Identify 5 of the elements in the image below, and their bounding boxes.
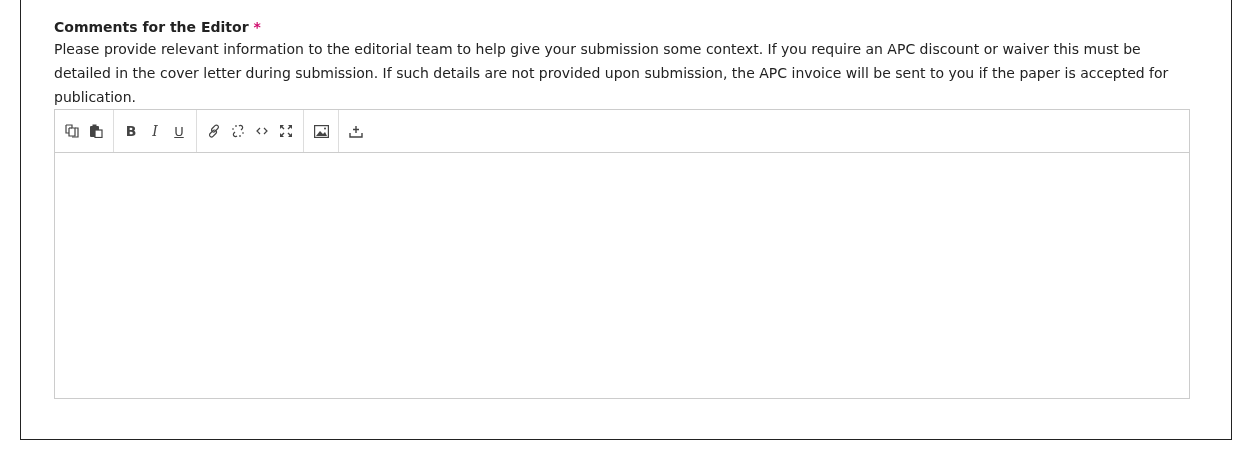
field-label: Comments for the Editor * [54, 18, 262, 37]
bold-button[interactable]: B [120, 119, 142, 143]
underline-button[interactable]: U [168, 119, 190, 143]
field-description: Please provide relevant information to the editorial team to help give your submission some context. If you require an APC discount or waiver this must be detailed in the cover letter during submission. If such details are not provided upon submission, the APC invoice will be sent to you if the paper is accepted for publication. [54, 40, 1170, 107]
italic-button[interactable]: I [144, 119, 166, 143]
